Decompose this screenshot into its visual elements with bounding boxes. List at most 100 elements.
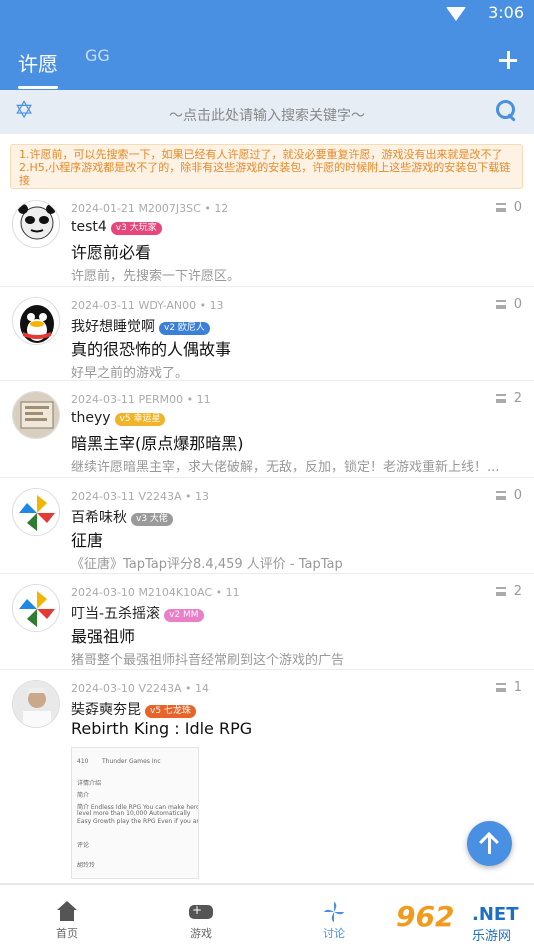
username[interactable]: 百希味秋 [71, 510, 127, 526]
status-bar: 3:06 [0, 0, 534, 28]
post-user[interactable]: theyy v5 幸运星 [71, 410, 166, 426]
username[interactable]: test4 [71, 219, 107, 235]
post-excerpt: 猪哥整个最强祖师抖音经常刷到这个游戏的广告 [71, 653, 345, 668]
comment-icon [495, 491, 506, 500]
comment-icon [495, 587, 506, 596]
post-floor: 13 [194, 490, 209, 503]
level-badge: v3 大佬 [131, 513, 173, 526]
post-title[interactable]: 最强祖师 [71, 623, 135, 647]
avatar[interactable] [12, 488, 60, 536]
tab-gg[interactable]: GG [85, 46, 110, 65]
post-floor: 12 [214, 202, 229, 215]
level-badge: v5 七龙珠 [145, 705, 196, 718]
search-icon[interactable] [496, 100, 518, 122]
username[interactable]: theyy [71, 410, 111, 426]
post-user[interactable]: 我好想睡觉啊 v2 欧尼人 [71, 316, 210, 336]
thumbnail-text: 简介 [77, 792, 90, 799]
post-user[interactable]: 奘孬奭夯昆 v5 七龙珠 [71, 699, 196, 719]
post-item[interactable]: 2024-03-10 M2104K10AC • 11 2 叮当-五杀摇滚 v2 MM 最… [0, 574, 534, 670]
search-bar[interactable]: ✡ ～点击此处请输入搜索关键字～ [0, 90, 534, 134]
comment-count-value: 1 [513, 680, 522, 695]
search-input[interactable]: ～点击此处请输入搜索关键字～ [60, 105, 474, 125]
comment-icon [495, 683, 506, 692]
watermark: 962 .NET 乐游网 [396, 898, 530, 944]
username[interactable]: 我好想睡觉啊 [71, 319, 155, 335]
post-item[interactable]: 2024-03-11 WDY-AN00 • 13 0 我好想睡觉啊 v2 欧尼人 真的很… [0, 287, 534, 381]
username[interactable]: 叮当-五杀摇滚 [71, 606, 160, 622]
nav-games-label: 游戏 [190, 927, 212, 940]
avatar[interactable] [12, 297, 60, 345]
post-excerpt: 许愿前，先搜索一下许愿区。 [71, 269, 241, 284]
avatar[interactable] [12, 584, 60, 632]
comment-count-value: 0 [513, 488, 522, 503]
comment-icon [495, 394, 506, 403]
post-device: M2104K10AC [138, 586, 213, 599]
post-excerpt: 好早之前的游戏了。 [71, 366, 189, 381]
post-item[interactable]: 2024-03-10 V2243A • 14 1 奘孬奭夯昆 v5 七龙珠 Rebirt… [0, 670, 534, 884]
level-badge: v3 大玩家 [110, 222, 162, 235]
post-floor: 13 [209, 299, 224, 312]
comment-count: 0 [495, 488, 522, 503]
level-badge: v2 欧尼人 [159, 322, 210, 335]
post-device: M2007J3SC [138, 202, 201, 215]
post-meta: 2024-03-10 V2243A • 14 [71, 682, 209, 695]
post-meta: 2024-03-11 V2243A • 13 [71, 490, 209, 503]
post-title[interactable]: 暗黑主宰(原点爆那暗黑) [71, 430, 244, 454]
post-item[interactable]: 2024-03-11 PERM00 • 11 2 theyy v5 幸运星 暗黑主宰(原… [0, 381, 534, 478]
nav-games[interactable]: 游戏 [134, 885, 268, 949]
username[interactable]: 奘孬奭夯昆 [71, 702, 141, 718]
post-excerpt: 继续许愿暗黑主宰，求大佬破解，无敌，反加，锁定！老游戏重新上线！... [71, 460, 500, 475]
post-date: 2024-03-11 [71, 299, 135, 312]
post-image-thumbnail[interactable]: 410 Thunder Games Inc 详情介绍 简介 简介 Endless Idl… [71, 747, 199, 879]
post-user[interactable]: 百希味秋 v3 大佬 [71, 507, 173, 527]
comment-count: 0 [495, 200, 522, 215]
thumbnail-text: 410 [77, 758, 89, 765]
post-title[interactable]: 征唐 [71, 527, 103, 551]
nav-home-label: 首页 [56, 927, 78, 940]
comment-count-value: 0 [513, 297, 522, 312]
add-post-icon[interactable] [496, 48, 520, 72]
notice-banner: 1.许愿前，可以先搜索一下，如果已经有人许愿过了，就没必要重复许愿，游戏没有出来… [10, 144, 523, 189]
post-date: 2024-03-10 [71, 586, 135, 599]
post-item[interactable]: 2024-01-21 M2007J3SC • 12 0 test4 v3 大玩家许愿前… [0, 190, 534, 287]
post-title[interactable]: 真的很恐怖的人偶故事 [71, 336, 231, 360]
post-item[interactable]: 2024-03-11 V2243A • 13 0 百希味秋 v3 大佬 征唐 《征唐》Ta… [0, 478, 534, 574]
home-icon [55, 901, 79, 923]
post-user[interactable]: test4 v3 大玩家 [71, 219, 162, 235]
thumbnail-text: Easy Growth play the RPG Even if you are [77, 818, 199, 825]
avatar[interactable] [12, 680, 60, 728]
status-time: 3:06 [488, 3, 524, 22]
post-user[interactable]: 叮当-五杀摇滚 v2 MM [71, 603, 204, 623]
avatar[interactable] [12, 200, 60, 248]
avatar[interactable] [12, 391, 60, 439]
post-floor: 11 [225, 586, 240, 599]
nav-discuss-label: 讨论 [323, 927, 345, 940]
level-badge: v5 幸运星 [114, 413, 166, 426]
nav-discuss[interactable]: 讨论 [267, 885, 401, 949]
post-date: 2024-01-21 [71, 202, 135, 215]
comment-count-value: 2 [513, 584, 522, 599]
comment-count-value: 0 [513, 200, 522, 215]
post-meta: 2024-03-11 WDY-AN00 • 13 [71, 299, 224, 312]
comment-count: 0 [495, 297, 522, 312]
post-meta: 2024-01-21 M2007J3SC • 12 [71, 202, 229, 215]
star-of-david-icon[interactable]: ✡ [14, 96, 34, 124]
post-device: PERM00 [138, 393, 184, 406]
comment-count: 2 [495, 584, 522, 599]
thumbnail-text: 胡玲玲 [77, 862, 96, 869]
post-title[interactable]: 许愿前必看 [71, 239, 151, 263]
tab-wish[interactable]: 许愿 [18, 48, 58, 77]
comment-count: 1 [495, 680, 522, 695]
post-title[interactable]: Rebirth King : Idle RPG [71, 719, 252, 738]
wifi-icon [446, 7, 466, 21]
post-device: V2243A [138, 490, 182, 503]
app-bar: 许愿 GG [0, 28, 534, 90]
comment-icon [495, 203, 506, 212]
thumbnail-text: 评论 [77, 842, 90, 849]
post-floor: 14 [194, 682, 209, 695]
gamepad-icon [189, 901, 213, 923]
post-date: 2024-03-10 [71, 682, 135, 695]
nav-home[interactable]: 首页 [0, 885, 134, 949]
comment-count-value: 2 [513, 391, 522, 406]
scroll-top-button[interactable] [467, 821, 512, 866]
